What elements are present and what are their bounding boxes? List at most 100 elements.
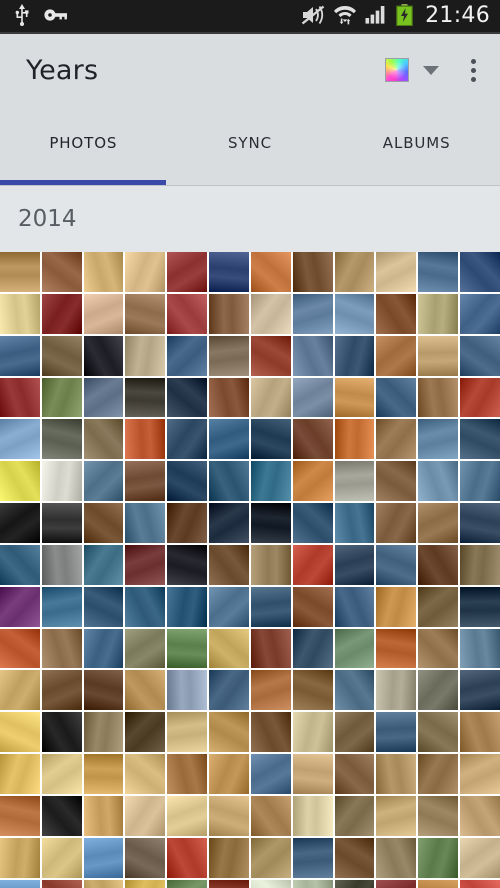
tab-albums[interactable]: ALBUMS xyxy=(333,106,500,185)
photo-thumbnail[interactable] xyxy=(250,503,291,543)
photo-thumbnail[interactable] xyxy=(167,879,208,888)
photo-thumbnail[interactable] xyxy=(376,377,417,418)
photo-thumbnail[interactable] xyxy=(292,335,333,376)
photo-thumbnail[interactable] xyxy=(0,837,40,878)
photo-thumbnail[interactable] xyxy=(418,754,459,794)
photo-thumbnail[interactable] xyxy=(376,544,417,585)
photo-thumbnail[interactable] xyxy=(83,293,124,334)
photo-thumbnail[interactable] xyxy=(209,754,249,794)
photo-thumbnail[interactable] xyxy=(167,586,208,627)
photo-thumbnail[interactable] xyxy=(292,252,333,292)
photo-thumbnail[interactable] xyxy=(125,628,166,669)
photo-thumbnail[interactable] xyxy=(0,879,40,888)
photo-thumbnail[interactable] xyxy=(41,754,82,794)
photo-thumbnail[interactable] xyxy=(41,586,82,627)
photo-thumbnail[interactable] xyxy=(83,335,124,376)
photo-thumbnail[interactable] xyxy=(41,419,82,460)
tab-photos[interactable]: PHOTOS xyxy=(0,106,167,185)
photo-thumbnail[interactable] xyxy=(334,712,375,753)
photo-thumbnail[interactable] xyxy=(334,754,375,794)
photo-thumbnail[interactable] xyxy=(334,461,375,502)
photo-thumbnail[interactable] xyxy=(209,419,249,460)
photo-thumbnail[interactable] xyxy=(376,795,417,836)
photo-thumbnail[interactable] xyxy=(376,419,417,460)
photo-thumbnail[interactable] xyxy=(334,879,375,888)
photo-thumbnail[interactable] xyxy=(250,754,291,794)
photo-thumbnail[interactable] xyxy=(0,754,40,794)
photo-thumbnail[interactable] xyxy=(376,335,417,376)
photo-thumbnail[interactable] xyxy=(83,377,124,418)
photo-thumbnail[interactable] xyxy=(167,795,208,836)
photo-thumbnail[interactable] xyxy=(83,670,124,711)
photo-thumbnail[interactable] xyxy=(460,837,500,878)
photo-thumbnail[interactable] xyxy=(167,837,208,878)
photo-thumbnail[interactable] xyxy=(125,586,166,627)
photo-thumbnail[interactable] xyxy=(460,754,500,794)
photo-thumbnail[interactable] xyxy=(125,461,166,502)
photo-thumbnail[interactable] xyxy=(418,586,459,627)
photo-thumbnail[interactable] xyxy=(460,503,500,543)
photo-thumbnail[interactable] xyxy=(167,544,208,585)
photo-thumbnail[interactable] xyxy=(167,377,208,418)
photo-thumbnail[interactable] xyxy=(376,586,417,627)
photo-thumbnail[interactable] xyxy=(460,879,500,888)
photo-thumbnail[interactable] xyxy=(334,544,375,585)
photo-thumbnail[interactable] xyxy=(376,712,417,753)
photo-thumbnail[interactable] xyxy=(209,335,249,376)
photo-thumbnail[interactable] xyxy=(167,461,208,502)
photo-thumbnail[interactable] xyxy=(292,837,333,878)
photo-thumbnail[interactable] xyxy=(0,795,40,836)
photo-thumbnail[interactable] xyxy=(460,670,500,711)
photo-thumbnail[interactable] xyxy=(418,544,459,585)
photo-thumbnail[interactable] xyxy=(460,252,500,292)
photo-thumbnail[interactable] xyxy=(41,293,82,334)
photo-thumbnail[interactable] xyxy=(292,712,333,753)
photo-thumbnail[interactable] xyxy=(334,419,375,460)
photo-thumbnail[interactable] xyxy=(125,377,166,418)
photo-thumbnail[interactable] xyxy=(292,795,333,836)
photo-thumbnail[interactable] xyxy=(460,335,500,376)
photo-thumbnail[interactable] xyxy=(292,754,333,794)
photo-thumbnail[interactable] xyxy=(83,586,124,627)
photo-thumbnail[interactable] xyxy=(376,461,417,502)
photo-thumbnail[interactable] xyxy=(250,544,291,585)
photo-thumbnail[interactable] xyxy=(41,377,82,418)
photo-thumbnail[interactable] xyxy=(418,419,459,460)
photo-thumbnail[interactable] xyxy=(292,544,333,585)
chevron-down-icon[interactable] xyxy=(423,65,439,75)
photo-thumbnail[interactable] xyxy=(125,795,166,836)
photo-thumbnail[interactable] xyxy=(250,335,291,376)
photo-thumbnail[interactable] xyxy=(125,252,166,292)
photo-thumbnail[interactable] xyxy=(418,335,459,376)
photo-thumbnail[interactable] xyxy=(376,293,417,334)
photo-thumbnail[interactable] xyxy=(418,503,459,543)
photo-thumbnail[interactable] xyxy=(167,293,208,334)
photo-thumbnail[interactable] xyxy=(418,377,459,418)
photo-thumbnail[interactable] xyxy=(0,419,40,460)
photo-thumbnail[interactable] xyxy=(418,795,459,836)
photo-thumbnail[interactable] xyxy=(460,586,500,627)
photo-thumbnail[interactable] xyxy=(0,293,40,334)
photo-thumbnail[interactable] xyxy=(209,377,249,418)
photo-thumbnail[interactable] xyxy=(460,461,500,502)
photo-thumbnail[interactable] xyxy=(250,670,291,711)
photo-thumbnail[interactable] xyxy=(83,837,124,878)
photo-thumbnail[interactable] xyxy=(125,335,166,376)
overflow-menu-icon[interactable] xyxy=(465,55,482,86)
photo-thumbnail[interactable] xyxy=(418,252,459,292)
photo-thumbnail[interactable] xyxy=(334,795,375,836)
photo-thumbnail[interactable] xyxy=(292,293,333,334)
photo-thumbnail[interactable] xyxy=(292,503,333,543)
photo-thumbnail[interactable] xyxy=(292,628,333,669)
photo-thumbnail[interactable] xyxy=(209,628,249,669)
photo-thumbnail[interactable] xyxy=(41,461,82,502)
photo-thumbnail[interactable] xyxy=(83,544,124,585)
photo-thumbnail[interactable] xyxy=(418,293,459,334)
photo-thumbnail[interactable] xyxy=(376,837,417,878)
photo-thumbnail[interactable] xyxy=(418,837,459,878)
photo-thumbnail[interactable] xyxy=(0,628,40,669)
photo-thumbnail[interactable] xyxy=(209,879,249,888)
photo-thumbnail[interactable] xyxy=(209,837,249,878)
photo-thumbnail[interactable] xyxy=(0,586,40,627)
photo-thumbnail[interactable] xyxy=(83,503,124,543)
